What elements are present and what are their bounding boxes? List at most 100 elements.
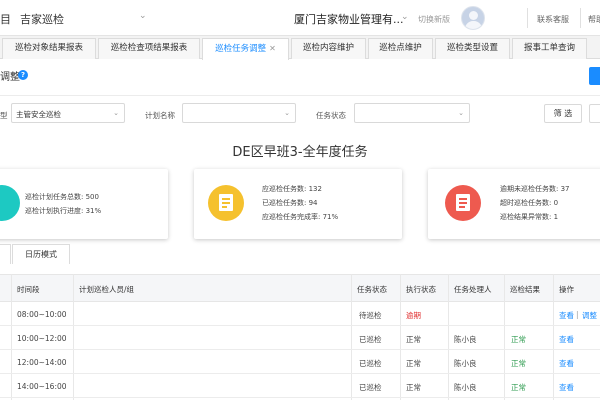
view-link[interactable]: 查看 bbox=[559, 358, 574, 369]
cell-handler: 陈小良 bbox=[454, 359, 477, 368]
tab-label: 巡检对象结果报表 bbox=[14, 43, 83, 53]
help-link[interactable]: 帮助 bbox=[588, 14, 600, 25]
stat-card-plan: 巡检计划任务总数: 500 巡检计划执行进度: 31% bbox=[0, 169, 168, 239]
table-row: 14:00~16:00 已巡检 正常 陈小良 正常 查看 bbox=[0, 374, 600, 398]
inspection-type-label: 型 bbox=[0, 111, 8, 120]
column-header: 计划巡检人员/组 bbox=[79, 285, 135, 294]
help-icon[interactable]: ? bbox=[18, 70, 28, 80]
tab-list-mode[interactable] bbox=[0, 244, 11, 264]
cell-exec-status: 正常 bbox=[406, 359, 421, 368]
cell-time: 12:00~14:00 bbox=[17, 358, 67, 367]
tab-label: 巡检点维护 bbox=[379, 43, 422, 53]
tab-label: 巡检类型设置 bbox=[446, 43, 498, 53]
select-value: 主管安全巡检 bbox=[16, 110, 61, 119]
stat-line: 巡检计划任务总数: 500 bbox=[25, 193, 99, 201]
chevron-down-icon: ⌄ bbox=[113, 109, 119, 117]
stat-lines: 巡检计划任务总数: 500 巡检计划执行进度: 31% bbox=[25, 190, 101, 218]
chevron-down-icon: ⌄ bbox=[284, 109, 290, 117]
cell-result: 正常 bbox=[511, 335, 526, 344]
doc-line bbox=[459, 198, 467, 200]
document-shape bbox=[456, 194, 470, 211]
column-header: 时间段 bbox=[17, 285, 40, 294]
doc-line bbox=[459, 202, 467, 204]
tab-label: 日历模式 bbox=[25, 250, 57, 259]
cell-time: 08:00~10:00 bbox=[17, 310, 67, 319]
task-status-select[interactable]: ⌄ bbox=[354, 103, 470, 123]
table-header: 时间段 计划巡检人员/组 任务状态 执行状态 任务处理人 巡检结果 操作 bbox=[0, 274, 600, 302]
menu-prefix[interactable]: 目 bbox=[0, 11, 11, 27]
inspection-type-select[interactable]: 主管安全巡检 ⌄ bbox=[11, 103, 125, 123]
column-header: 执行状态 bbox=[406, 285, 436, 294]
stat-line: 巡检计划执行进度: 31% bbox=[25, 207, 102, 215]
chevron-down-icon[interactable]: ⌄ bbox=[401, 12, 409, 22]
cell-task-status: 已巡检 bbox=[359, 335, 382, 344]
cell-time: 10:00~12:00 bbox=[17, 334, 67, 343]
stat-line: 超时巡检任务数: 0 bbox=[500, 199, 559, 207]
divider bbox=[580, 8, 581, 28]
tab-type-settings[interactable]: 巡检类型设置 bbox=[435, 38, 510, 59]
stat-line: 应巡检任务数: 132 bbox=[262, 185, 322, 193]
cell-time: 14:00~16:00 bbox=[17, 382, 67, 391]
table-row: 12:00~14:00 已巡检 正常 陈小良 正常 查看 bbox=[0, 350, 600, 374]
table-row: 08:00~10:00 待巡检 逾期 查看 | 调整 bbox=[0, 302, 600, 326]
doc-line bbox=[459, 206, 465, 208]
table-row: 10:00~12:00 已巡检 正常 陈小良 正常 查看 bbox=[0, 326, 600, 350]
tab-ticket-query[interactable]: 报事工单查询 bbox=[512, 38, 587, 59]
chevron-down-icon[interactable]: ⌄ bbox=[139, 11, 147, 21]
task-title: DE区早班3-全年度任务 bbox=[232, 145, 368, 160]
tab-label: 巡检任务调整 bbox=[215, 44, 267, 54]
progress-icon bbox=[0, 185, 20, 221]
cell-task-status: 待巡检 bbox=[359, 311, 382, 320]
cell-exec-status: 正常 bbox=[406, 383, 421, 392]
page-title: 调整 bbox=[0, 72, 20, 83]
column-header: 任务处理人 bbox=[454, 285, 492, 294]
tab-calendar-mode[interactable]: 日历模式 bbox=[12, 244, 70, 264]
avatar-body bbox=[465, 21, 482, 29]
cell-task-status: 已巡检 bbox=[359, 359, 382, 368]
filter-button[interactable]: 筛 选 bbox=[544, 104, 582, 123]
view-link[interactable]: 查看 bbox=[559, 382, 574, 393]
column-header: 任务状态 bbox=[357, 285, 387, 294]
document-shape bbox=[219, 194, 233, 211]
cell-handler: 陈小良 bbox=[454, 383, 477, 392]
top-bar: 目 吉家巡检 ⌄ 厦门吉家物业管理有... ⌄ 切换新版 联系客服 帮助 bbox=[0, 0, 600, 36]
adjust-link[interactable]: 调整 bbox=[582, 310, 597, 321]
switch-version-link[interactable]: 切换新版 bbox=[418, 14, 450, 25]
company-selector[interactable]: 厦门吉家物业管理有... bbox=[294, 11, 404, 27]
cell-result: 正常 bbox=[511, 359, 526, 368]
stat-card-tasks: 应巡检任务数: 132 已巡检任务数: 94 应巡检任务完成率: 71% bbox=[194, 169, 402, 239]
doc-line bbox=[222, 198, 230, 200]
cell-result: 正常 bbox=[511, 383, 526, 392]
tab-task-adjust[interactable]: 巡检任务调整 ✕ bbox=[202, 38, 289, 60]
tab-item-report[interactable]: 巡检检查项结果报表 bbox=[98, 38, 200, 59]
plan-name-label: 计划名称 bbox=[145, 111, 175, 120]
stat-line: 已巡检任务数: 94 bbox=[262, 199, 318, 207]
stat-card-overdue: 逾期未巡检任务数: 37 超时巡检任务数: 0 巡检结果异常数: 1 bbox=[428, 169, 600, 239]
cell-exec-status: 逾期 bbox=[406, 311, 421, 320]
stat-lines: 逾期未巡检任务数: 37 超时巡检任务数: 0 巡检结果异常数: 1 bbox=[500, 182, 570, 224]
tab-point-maintenance[interactable]: 巡检点维护 bbox=[368, 38, 433, 59]
report-icon bbox=[445, 185, 481, 221]
app-window: 目 吉家巡检 ⌄ 厦门吉家物业管理有... ⌄ 切换新版 联系客服 帮助 巡检对… bbox=[0, 0, 600, 400]
view-link[interactable]: 查看 bbox=[559, 310, 574, 321]
system-name[interactable]: 吉家巡检 bbox=[20, 11, 64, 27]
plan-name-select[interactable]: ⌄ bbox=[182, 103, 296, 123]
view-link[interactable]: 查看 bbox=[559, 334, 574, 345]
stat-line: 逾期未巡检任务数: 37 bbox=[500, 185, 570, 193]
divider bbox=[527, 8, 528, 28]
avatar-head bbox=[469, 11, 478, 20]
cell-task-status: 已巡检 bbox=[359, 383, 382, 392]
stat-line: 应巡检任务完成率: 71% bbox=[262, 213, 339, 221]
more-button[interactable] bbox=[589, 104, 600, 123]
stat-line: 巡检结果异常数: 1 bbox=[500, 213, 559, 221]
doc-line bbox=[222, 206, 227, 208]
close-icon[interactable]: ✕ bbox=[269, 44, 276, 53]
tab-bar: 巡检对象结果报表 巡检检查项结果报表 巡检任务调整 ✕ 巡检内容维护 巡检点维护 … bbox=[0, 36, 600, 60]
cell-exec-status: 正常 bbox=[406, 335, 421, 344]
contact-service-link[interactable]: 联系客服 bbox=[537, 14, 569, 25]
avatar[interactable] bbox=[461, 6, 485, 30]
tab-label: 巡检内容维护 bbox=[302, 43, 354, 53]
primary-action-button[interactable] bbox=[589, 67, 600, 85]
tab-object-report[interactable]: 巡检对象结果报表 bbox=[2, 38, 96, 59]
tab-content-maintenance[interactable]: 巡检内容维护 bbox=[291, 38, 366, 59]
